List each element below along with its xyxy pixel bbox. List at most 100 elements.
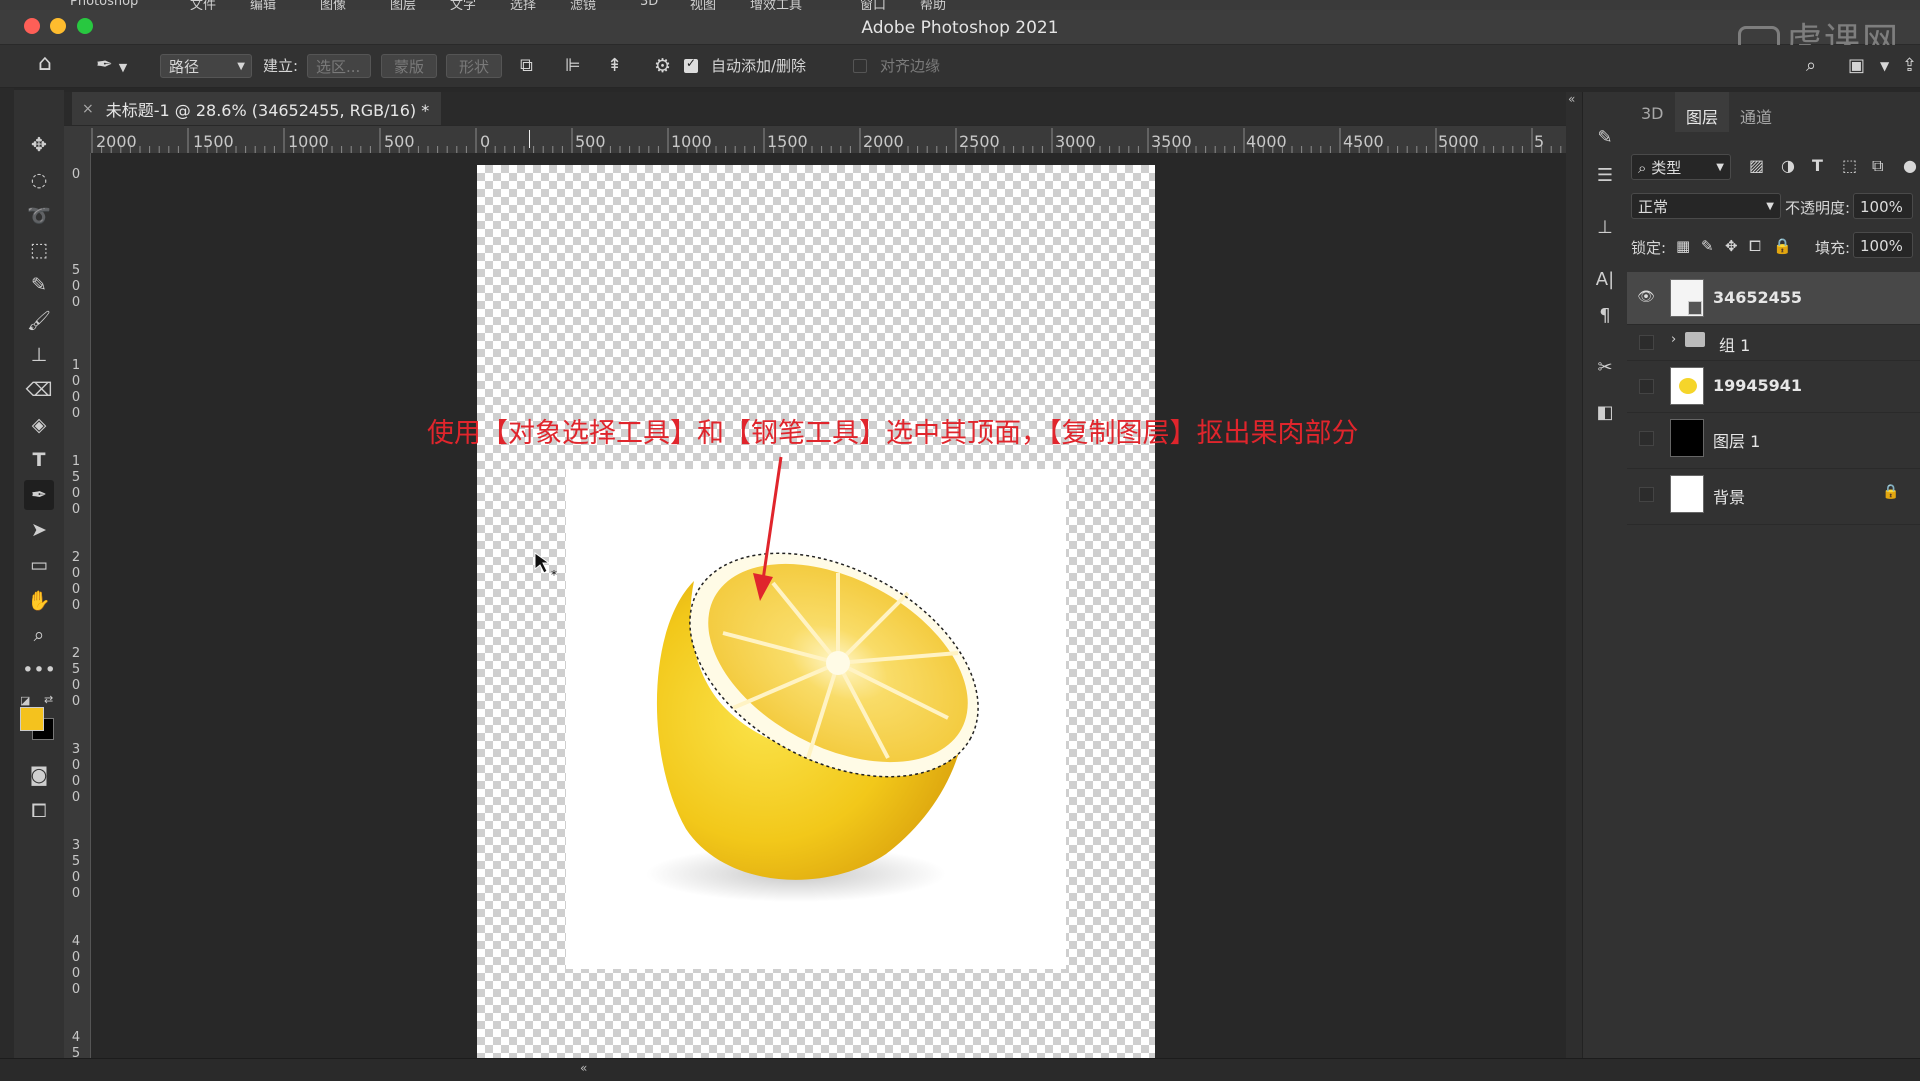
workspace-icon[interactable]: ▣: [1848, 54, 1865, 78]
make-label: 建立:: [263, 57, 299, 75]
lasso-tool-icon[interactable]: ➰: [24, 200, 54, 230]
layer-row-group[interactable]: › 组 1: [1627, 324, 1920, 361]
layer-row[interactable]: 19945941: [1627, 360, 1920, 413]
menu-plugins[interactable]: 增效工具: [750, 0, 802, 10]
tab-3d[interactable]: 3D: [1641, 104, 1664, 123]
filter-adjustment-icon[interactable]: ◑: [1781, 156, 1795, 175]
menu-select[interactable]: 选择: [510, 0, 536, 10]
layer-visibility-toggle[interactable]: [1639, 335, 1654, 350]
menu-view[interactable]: 视图: [690, 0, 716, 10]
layer-name: 19945941: [1713, 376, 1803, 395]
tab-layers[interactable]: 图层: [1686, 104, 1718, 128]
tab-channels[interactable]: 通道: [1740, 104, 1772, 128]
filter-pixel-icon[interactable]: ▨: [1749, 156, 1764, 175]
brush-settings-icon[interactable]: ✎: [1590, 122, 1620, 152]
menu-photoshop[interactable]: Photoshop: [70, 0, 138, 9]
zoom-tool-icon[interactable]: ⌕: [24, 620, 54, 650]
make-mask-button[interactable]: 蒙版: [381, 54, 437, 78]
canvas-area[interactable]: 使用【对象选择工具】和【钢笔工具】选中其顶面，【复制图层】抠出果肉部分 *: [91, 153, 1566, 1058]
path-operations-icon[interactable]: ⧉: [520, 54, 533, 78]
align-edges-checkbox[interactable]: [853, 59, 867, 73]
menu-type[interactable]: 文字: [450, 0, 476, 10]
clone-source-icon[interactable]: ⊥: [1590, 212, 1620, 242]
make-shape-button[interactable]: 形状: [446, 54, 502, 78]
pen-tool-preset-icon[interactable]: ✒ ▼: [96, 52, 127, 76]
collapse-icon[interactable]: «: [580, 1061, 587, 1075]
marquee-tool-icon[interactable]: ◌: [24, 165, 54, 195]
type-tool-icon[interactable]: T: [24, 445, 54, 475]
libraries-icon[interactable]: ◧: [1590, 397, 1620, 427]
menu-image[interactable]: 图像: [320, 0, 346, 10]
layer-row[interactable]: 图层 1: [1627, 412, 1920, 469]
layer-visibility-toggle[interactable]: [1639, 379, 1654, 394]
chevron-down-icon: ▼: [118, 61, 128, 74]
foreground-color-swatch[interactable]: [20, 707, 44, 731]
make-selection-button[interactable]: 选区...: [307, 54, 371, 78]
path-selection-tool-icon[interactable]: ➤: [24, 515, 54, 545]
expand-group-icon[interactable]: ›: [1671, 332, 1676, 347]
move-tool-icon[interactable]: ✥: [24, 130, 54, 160]
path-alignment-icon[interactable]: ⊫: [565, 54, 581, 78]
screen-mode-icon[interactable]: ⧠: [24, 796, 54, 826]
brush-tool-icon[interactable]: 🖌: [24, 305, 54, 335]
rectangle-tool-icon[interactable]: ▭: [24, 550, 54, 580]
gear-icon[interactable]: ⚙: [654, 54, 671, 78]
menu-window[interactable]: 窗口: [860, 0, 886, 10]
layer-row[interactable]: 👁 34652455: [1627, 272, 1920, 325]
filter-type-icon[interactable]: T: [1812, 156, 1823, 175]
lock-all-icon[interactable]: 🔒: [1773, 237, 1792, 255]
lock-position-icon[interactable]: ✥: [1725, 237, 1738, 255]
eraser-tool-icon[interactable]: ⌫: [24, 375, 54, 405]
stamp-tool-icon[interactable]: ⊥: [24, 340, 54, 370]
auto-add-delete-checkbox[interactable]: ✓: [684, 56, 698, 73]
fill-input[interactable]: 100%: [1853, 232, 1913, 258]
share-icon[interactable]: ⇪: [1902, 54, 1917, 78]
blend-mode-select[interactable]: 正常 ▼: [1631, 193, 1781, 219]
adjustments-icon[interactable]: ☰: [1590, 160, 1620, 190]
pen-tool-icon[interactable]: ✒: [24, 480, 54, 510]
paragraph-icon[interactable]: ¶: [1590, 300, 1620, 330]
paint-bucket-tool-icon[interactable]: ◈: [24, 410, 54, 440]
close-tab-icon[interactable]: ×: [82, 101, 94, 117]
menu-file[interactable]: 文件: [190, 0, 216, 10]
quick-mask-icon[interactable]: ◙: [24, 760, 54, 790]
swap-colors-icon[interactable]: ⇄: [44, 693, 53, 706]
filter-toggle-icon[interactable]: ●: [1903, 156, 1917, 175]
hand-tool-icon[interactable]: ✋: [24, 585, 54, 615]
layer-filter-select[interactable]: ⌕ 类型 ▼: [1631, 154, 1731, 180]
menu-help[interactable]: 帮助: [920, 0, 946, 10]
panel-collapse-strip: «: [1566, 92, 1582, 1058]
lock-transparent-icon[interactable]: ▦: [1676, 237, 1690, 255]
collapse-panels-icon[interactable]: «: [1568, 92, 1575, 106]
ruler-label: 2500: [959, 132, 1000, 151]
eyedropper-tool-icon[interactable]: ✎: [24, 270, 54, 300]
lock-image-icon[interactable]: ✎: [1701, 237, 1714, 255]
chevron-down-icon[interactable]: ▼: [1880, 54, 1889, 78]
opacity-input[interactable]: 100%: [1853, 193, 1913, 219]
layer-row-background[interactable]: 背景 🔒: [1627, 468, 1920, 525]
search-icon[interactable]: ⌕: [1806, 54, 1816, 78]
lock-label: 锁定:: [1631, 239, 1667, 257]
filter-shape-icon[interactable]: ⬚: [1842, 156, 1857, 175]
eye-icon[interactable]: 👁: [1637, 288, 1655, 306]
document-canvas[interactable]: 使用【对象选择工具】和【钢笔工具】选中其顶面，【复制图层】抠出果肉部分: [427, 165, 1359, 1058]
lock-artboard-icon[interactable]: ⧠: [1749, 237, 1761, 255]
default-colors-icon[interactable]: ◪: [20, 694, 30, 707]
character-icon[interactable]: A|: [1590, 264, 1620, 294]
checkmark-icon: ✓: [686, 56, 697, 70]
layer-visibility-toggle[interactable]: [1639, 431, 1654, 446]
home-icon[interactable]: ⌂: [38, 52, 52, 76]
tool-mode-select[interactable]: 路径 ▼: [160, 54, 252, 78]
menu-layer[interactable]: 图层: [390, 0, 416, 10]
layer-visibility-toggle[interactable]: [1639, 487, 1654, 502]
more-tools-icon[interactable]: •••: [22, 655, 56, 685]
object-selection-tool-icon[interactable]: ⬚: [24, 235, 54, 265]
menu-edit[interactable]: 编辑: [250, 0, 276, 10]
path-arrangement-icon[interactable]: ⇞: [607, 54, 622, 78]
filter-smart-object-icon[interactable]: ⧉: [1872, 156, 1883, 176]
menu-3d[interactable]: 3D: [640, 0, 658, 9]
document-tab[interactable]: × 未标题-1 @ 28.6% (34652455, RGB/16) *: [72, 92, 442, 125]
menu-filter[interactable]: 滤镜: [570, 0, 596, 10]
ruler-label: 5000: [1438, 132, 1479, 151]
tools-preset-icon[interactable]: ✂: [1590, 352, 1620, 382]
